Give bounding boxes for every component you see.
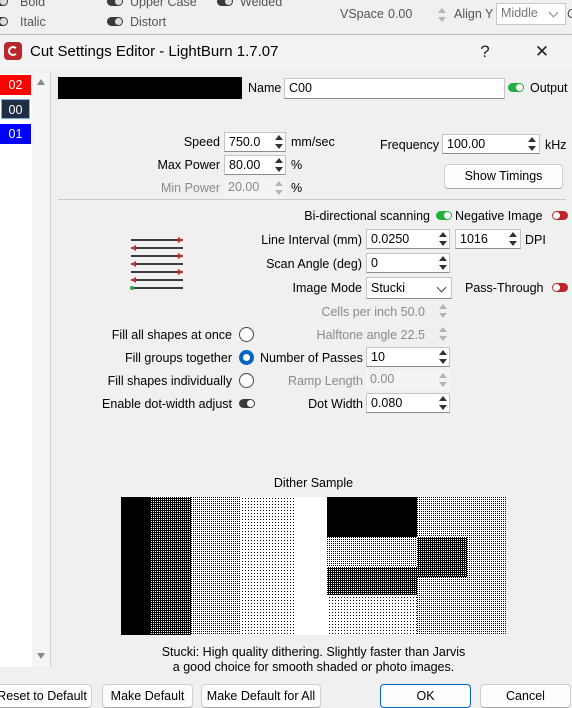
- dot-width-adjust-label: Enable dot-width adjust: [102, 397, 232, 411]
- window-title: Cut Settings Editor - LightBurn 1.7.07: [30, 43, 279, 60]
- output-label: Output: [530, 81, 568, 95]
- dither-desc-line2: a good choice for smooth shaded or photo…: [172, 660, 455, 674]
- min-power-spinner[interactable]: [272, 178, 286, 198]
- layer-list: 02 00 01: [0, 73, 51, 667]
- cells-per-inch-value: 50.0: [400, 305, 425, 319]
- help-button[interactable]: ?: [465, 39, 505, 65]
- name-label: Name: [248, 81, 282, 95]
- line-interval-label: Line Interval (mm): [261, 233, 362, 247]
- pass-through-label: Pass-Through: [465, 281, 544, 295]
- negative-image-toggle[interactable]: [552, 211, 568, 220]
- cut-settings-dialog: Cut Settings Editor - LightBurn 1.7.07 ?…: [0, 34, 572, 708]
- cells-per-inch-spinner[interactable]: [436, 301, 450, 321]
- max-power-spinner[interactable]: [272, 155, 286, 175]
- output-toggle[interactable]: [508, 83, 524, 92]
- reset-to-default-button[interactable]: Reset to Default: [0, 684, 92, 708]
- layer-scrollbar[interactable]: [32, 73, 50, 667]
- italic-toggle[interactable]: [0, 17, 8, 26]
- make-default-for-all-button[interactable]: Make Default for All: [201, 684, 321, 708]
- show-timings-button[interactable]: Show Timings: [444, 164, 563, 189]
- cells-per-inch-text: Cells per inch: [321, 305, 398, 319]
- upper-case-label: Upper Case: [130, 0, 197, 9]
- bidirectional-toggle[interactable]: [436, 211, 452, 220]
- dpi-spinner[interactable]: [506, 229, 520, 249]
- ok-button[interactable]: OK: [380, 684, 471, 708]
- bold-toggle[interactable]: [0, 0, 8, 6]
- image-mode-value: Stucki: [371, 281, 406, 295]
- section-divider: [58, 199, 566, 200]
- scan-direction-icon: [130, 237, 183, 290]
- welded-toggle[interactable]: [217, 0, 233, 6]
- frequency-unit: kHz: [545, 138, 567, 152]
- halftone-angle-value: 22.5: [400, 328, 425, 342]
- fill-all-label: Fill all shapes at once: [111, 328, 232, 342]
- vspace-value[interactable]: 0.00: [388, 7, 412, 21]
- passes-spinner[interactable]: [436, 347, 450, 367]
- lightburn-logo-icon: [4, 42, 22, 60]
- dpi-label: DPI: [525, 233, 546, 247]
- align-y-select[interactable]: Middle: [496, 3, 566, 25]
- vspace-spinner[interactable]: [435, 5, 449, 25]
- fill-individual-label: Fill shapes individually: [107, 374, 232, 388]
- halftone-angle-text: Halftone angle: [316, 328, 398, 342]
- scroll-up-icon[interactable]: [37, 79, 45, 85]
- distort-toggle[interactable]: [107, 17, 123, 26]
- fill-groups-radio[interactable]: [239, 350, 254, 365]
- title-bar: Cut Settings Editor - LightBurn 1.7.07 ?…: [0, 35, 572, 69]
- negative-image-label: Negative Image: [455, 209, 543, 223]
- ramp-length-label: Ramp Length: [287, 374, 363, 388]
- cancel-button[interactable]: Cancel: [480, 684, 571, 708]
- scan-angle-label: Scan Angle (deg): [266, 257, 362, 271]
- upper-case-toggle[interactable]: [107, 0, 123, 6]
- frequency-label: Frequency: [380, 138, 440, 152]
- frequency-spinner[interactable]: [525, 134, 539, 154]
- align-y-value: Middle: [501, 6, 538, 20]
- passes-label: Number of Passes: [260, 351, 363, 365]
- halftone-angle-spinner[interactable]: [436, 324, 450, 344]
- speed-spinner[interactable]: [272, 132, 286, 152]
- vspace-label: VSpace: [340, 7, 384, 21]
- dither-sample-image: [121, 497, 506, 635]
- ramp-length-spinner[interactable]: [436, 370, 450, 390]
- name-input[interactable]: C00: [284, 78, 505, 99]
- min-power-unit: %: [291, 181, 303, 195]
- scan-angle-spinner[interactable]: [436, 253, 450, 273]
- chevron-down-icon: [436, 282, 447, 293]
- speed-unit: mm/sec: [291, 135, 335, 149]
- layer-item[interactable]: 02: [0, 75, 31, 95]
- halftone-angle-label: Halftone angle 22.5: [240, 328, 425, 342]
- chevron-down-icon: [548, 7, 559, 18]
- italic-label: Italic: [20, 15, 46, 29]
- bold-label: Bold: [20, 0, 46, 9]
- layer-item-selected[interactable]: 00: [1, 99, 30, 119]
- image-mode-label: Image Mode: [292, 281, 362, 295]
- welded-label: Welded: [240, 0, 283, 9]
- min-power-label: Min Power: [160, 181, 220, 195]
- speed-label: Speed: [183, 135, 220, 149]
- distort-label: Distort: [130, 15, 167, 29]
- make-default-button[interactable]: Make Default: [102, 684, 193, 708]
- max-power-unit: %: [291, 158, 303, 172]
- cutoff-label: C: [567, 7, 572, 21]
- layer-color-swatch: [58, 77, 242, 99]
- pass-through-toggle[interactable]: [552, 283, 568, 292]
- fill-groups-label: Fill groups together: [124, 351, 232, 365]
- cells-per-inch-label: Cells per inch 50.0: [240, 305, 425, 319]
- align-y-label: Align Y: [454, 7, 494, 21]
- line-interval-spinner[interactable]: [436, 229, 450, 249]
- max-power-label: Max Power: [157, 158, 220, 172]
- bidirectional-label: Bi-directional scanning: [304, 209, 430, 223]
- layer-item[interactable]: 01: [0, 124, 31, 144]
- background-toolbar: Bold Italic Upper Case Distort Welded VS…: [0, 0, 572, 34]
- dot-width-label: Dot Width: [308, 397, 363, 411]
- dot-width-spinner[interactable]: [436, 393, 450, 413]
- fill-all-radio[interactable]: [239, 327, 254, 342]
- dither-sample-title: Dither Sample: [273, 476, 354, 490]
- close-button[interactable]: ✕: [522, 39, 562, 65]
- dither-desc-line1: Stucki: High quality dithering. Slightly…: [161, 645, 466, 659]
- image-mode-select[interactable]: Stucki: [366, 277, 452, 299]
